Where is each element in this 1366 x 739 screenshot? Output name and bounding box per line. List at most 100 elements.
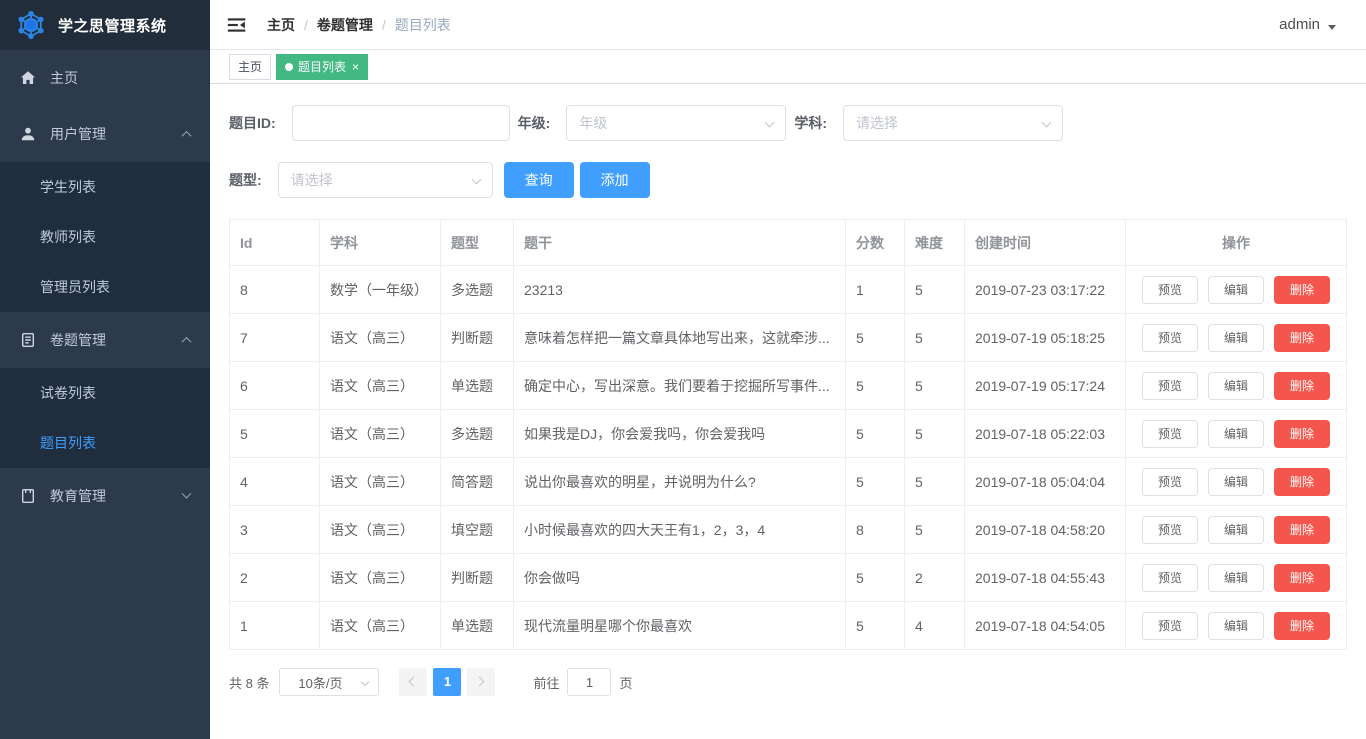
- preview-button[interactable]: 预览: [1141, 371, 1198, 400]
- prev-page-button[interactable]: [399, 668, 428, 696]
- edit-button[interactable]: 编辑: [1207, 371, 1264, 400]
- goto-page-input[interactable]: [567, 668, 612, 696]
- cell-subject: 语文（高三）: [319, 313, 441, 362]
- table-row: 2 语文（高三） 判断题 你会做吗 5 2 2019-07-18 04:55:43 预览 编辑删…: [229, 553, 1347, 602]
- edit-button[interactable]: 编辑: [1207, 563, 1264, 592]
- sidebar-item-education-management[interactable]: 教育管理: [0, 468, 210, 524]
- chevron-left-icon: [409, 676, 419, 687]
- tab-home[interactable]: 主页: [229, 53, 272, 80]
- cell-score: 5: [845, 409, 905, 458]
- edit-button[interactable]: 编辑: [1207, 323, 1264, 352]
- cell-created: 2019-07-23 03:17:22: [964, 265, 1126, 314]
- preview-button[interactable]: 预览: [1141, 467, 1198, 496]
- delete-button[interactable]: 删除: [1274, 371, 1331, 400]
- logo-network-icon: [16, 10, 46, 40]
- cell-stem: 意味着怎样把一篇文章具体地写出来，这就牵涉...: [513, 313, 846, 362]
- cell-id: 2: [229, 553, 320, 602]
- table-row: 5 语文（高三） 多选题 如果我是DJ，你会爱我吗，你会爱我吗 5 5 2019-07-18…: [229, 409, 1347, 458]
- chevron-down-icon: [1041, 117, 1052, 128]
- page-number-1[interactable]: 1: [433, 668, 462, 696]
- edit-button[interactable]: 编辑: [1207, 467, 1264, 496]
- preview-button[interactable]: 预览: [1141, 275, 1198, 304]
- cell-difficulty: 5: [904, 457, 965, 506]
- column-header: 分数: [845, 219, 905, 266]
- table-row: 1 语文（高三） 单选题 现代流量明星哪个你最喜欢 5 4 2019-07-18 04:54…: [229, 601, 1347, 650]
- sidebar-item-user-management[interactable]: 用户管理: [0, 106, 210, 162]
- sidebar-subitem[interactable]: 试卷列表: [0, 368, 210, 418]
- preview-button[interactable]: 预览: [1141, 515, 1198, 544]
- next-page-button[interactable]: [467, 668, 496, 696]
- subject-label: 学科:: [794, 115, 828, 131]
- app-logo: 学之思管理系统: [0, 0, 210, 50]
- delete-button[interactable]: 删除: [1274, 467, 1331, 496]
- edit-button[interactable]: 编辑: [1207, 611, 1264, 640]
- sidebar-item-label: 用户管理: [50, 126, 106, 142]
- delete-button[interactable]: 删除: [1274, 611, 1331, 640]
- question-table-header-row: Id 学科 题型 题干 分数 难度 创建时间 操作: [229, 219, 1347, 266]
- delete-button[interactable]: 删除: [1274, 275, 1331, 304]
- cell-type: 单选题: [440, 361, 514, 410]
- subject-select[interactable]: 请选择: [843, 105, 1064, 141]
- cell-subject: 语文（高三）: [319, 601, 441, 650]
- sidebar-item-home[interactable]: 主页: [0, 50, 210, 106]
- sidebar-subitem[interactable]: 学生列表: [0, 162, 210, 212]
- cell-stem: 确定中心，写出深意。我们要着于挖掘所写事件...: [513, 361, 846, 410]
- cell-created: 2019-07-19 05:17:24: [964, 361, 1126, 410]
- breadcrumb-current: 题目列表: [394, 16, 451, 33]
- delete-button[interactable]: 删除: [1274, 515, 1331, 544]
- row-actions: 预览 编辑 删除: [1125, 265, 1347, 314]
- sidebar-subitem[interactable]: 题目列表: [0, 418, 210, 468]
- row-actions: 预览 编辑 删除: [1125, 601, 1347, 650]
- cell-created: 2019-07-18 05:04:04: [964, 457, 1126, 506]
- cell-stem: 现代流量明星哪个你最喜欢: [513, 601, 846, 650]
- sidebar-subitem[interactable]: 管理员列表: [0, 262, 210, 312]
- breadcrumb-home[interactable]: 主页: [267, 15, 295, 35]
- edit-button[interactable]: 编辑: [1207, 515, 1264, 544]
- sidebar-subitem[interactable]: 教师列表: [0, 212, 210, 262]
- question-type-select[interactable]: 请选择: [277, 162, 493, 198]
- tags-view-bar: 主页 题目列表 ×: [210, 50, 1366, 84]
- sidebar-collapse-icon[interactable]: [227, 15, 247, 35]
- grade-label: 年级:: [517, 115, 551, 131]
- delete-button[interactable]: 删除: [1274, 563, 1331, 592]
- delete-button[interactable]: 删除: [1274, 419, 1331, 448]
- preview-button[interactable]: 预览: [1141, 323, 1198, 352]
- cell-score: 5: [845, 601, 905, 650]
- cell-difficulty: 5: [904, 313, 965, 362]
- cell-difficulty: 5: [904, 505, 965, 554]
- cell-stem: 说出你最喜欢的明星，并说明为什么?: [513, 457, 846, 506]
- pagination-total: 共 8 条: [229, 675, 270, 691]
- cell-difficulty: 5: [904, 265, 965, 314]
- page-size-value: 10条/页: [298, 675, 343, 691]
- question-id-input[interactable]: [291, 105, 510, 141]
- delete-button[interactable]: 删除: [1274, 323, 1331, 352]
- grade-select[interactable]: 年级: [566, 105, 787, 141]
- cell-created: 2019-07-18 04:58:20: [964, 505, 1126, 554]
- sidebar-subitem-label: 教师列表: [40, 229, 96, 245]
- home-icon: [20, 70, 36, 86]
- sidebar-item-paper-management[interactable]: 卷题管理: [0, 312, 210, 368]
- cell-id: 5: [229, 409, 320, 458]
- cell-id: 6: [229, 361, 320, 410]
- add-button[interactable]: 添加: [579, 162, 650, 198]
- search-button[interactable]: 查询: [503, 162, 574, 198]
- preview-button[interactable]: 预览: [1141, 419, 1198, 448]
- tab-question-list[interactable]: 题目列表 ×: [276, 53, 369, 80]
- cell-stem: 23213: [513, 265, 846, 314]
- user-dropdown[interactable]: admin: [1279, 16, 1336, 33]
- preview-button[interactable]: 预览: [1141, 563, 1198, 592]
- edit-button[interactable]: 编辑: [1207, 419, 1264, 448]
- page-size-select[interactable]: 10条/页: [279, 668, 380, 696]
- column-header: 学科: [319, 219, 441, 266]
- edit-button[interactable]: 编辑: [1207, 275, 1264, 304]
- breadcrumb-paper-management[interactable]: 卷题管理: [317, 15, 373, 35]
- row-actions: 预览 编辑 删除: [1125, 553, 1347, 602]
- goto-page: 前往 页: [533, 668, 633, 696]
- question-table: Id 学科 题型 题干 分数 难度 创建时间 操作 8 数学（一年级） 多选题 23213 1 5 201…: [229, 219, 1347, 650]
- sidebar-menu: 主页用户管理学生列表教师列表管理员列表卷题管理试卷列表 题目列表 教育管理: [0, 50, 210, 524]
- sidebar-item-label: 卷题管理: [50, 332, 106, 348]
- main-area: 主页 / 卷题管理 / 题目列表 admin 主页 题目列表 × 题目ID: 年…: [210, 0, 1366, 739]
- cell-type: 多选题: [440, 265, 514, 314]
- close-icon[interactable]: ×: [352, 61, 359, 73]
- preview-button[interactable]: 预览: [1141, 611, 1198, 640]
